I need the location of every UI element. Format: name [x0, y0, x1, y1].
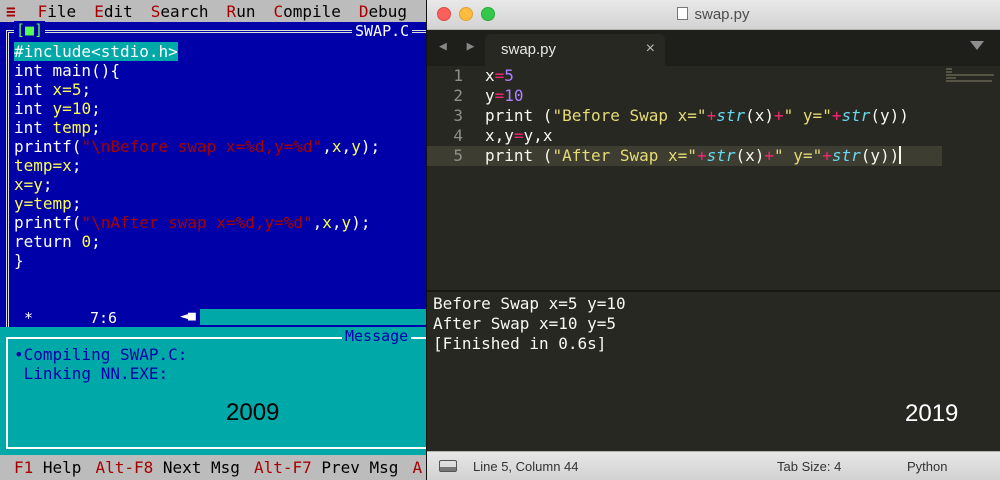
text-cursor [899, 146, 902, 164]
tc-filename: SWAP.C [352, 22, 413, 40]
tc-code-line: return 0; [14, 232, 101, 251]
tc-code-line: printf("\nBefore swap x=%d,y=%d",x,y); [14, 137, 381, 156]
line-number: 2 [453, 86, 463, 105]
st-code-line: print ("Before Swap x="+str(x)+" y="+str… [485, 106, 909, 125]
tc-close-box[interactable]: [■] [14, 21, 46, 39]
tc-code-line: int x=5; [14, 80, 92, 99]
tc-cursor-position: 7:6 [90, 309, 118, 327]
tc-menu-run[interactable]: Run [227, 2, 256, 21]
tc-message-line: •Compiling SWAP.C: [14, 345, 188, 364]
tc-menu-edit[interactable]: Edit [94, 2, 133, 21]
tc-scroll-thumb[interactable]: ◄■ [176, 309, 200, 325]
st-tab-bar: ◀ ▶ swap.py × [427, 30, 1000, 66]
st-status-bar: Line 5, Column 44 Tab Size: 4 Python [427, 451, 1000, 480]
line-number: 1 [453, 66, 463, 85]
tc-function-key-bar: F1 Help Alt-F8 Next Msg Alt-F7 Prev Msg … [0, 455, 427, 480]
tc-system-menu[interactable]: ≡ [6, 2, 16, 21]
tc-fkey-next-msg[interactable]: Alt-F8 Next Msg [95, 458, 240, 477]
tc-code-line: } [14, 251, 24, 270]
tc-code-line: int temp; [14, 118, 101, 137]
tc-code-line: #include<stdio.h> [14, 42, 178, 61]
tc-code-line: int main(){ [14, 61, 120, 80]
tc-code-line: x=y; [14, 175, 53, 194]
minimap-line [946, 74, 994, 76]
st-gutter: 1 2 3 4 5 [427, 66, 475, 288]
st-build-output-panel[interactable]: Before Swap x=5 y=10 After Swap x=10 y=5… [427, 290, 1000, 445]
year-label-2019: 2019 [905, 400, 959, 427]
output-line: [Finished in 0.6s] [433, 334, 607, 353]
tc-message-title: Message [342, 327, 412, 345]
st-title-bar[interactable]: swap.py [427, 0, 1000, 30]
tab-close-icon[interactable]: × [646, 40, 655, 58]
tab-dropdown-icon[interactable] [970, 41, 984, 50]
line-number: 4 [453, 126, 463, 145]
tc-code-line: printf("\nAfter swap x=%d,y=%d",x,y); [14, 213, 371, 232]
minimap-line [946, 68, 952, 70]
tc-code-area[interactable]: #include<stdio.h> int main(){ int x=5; i… [14, 42, 380, 270]
tc-fkey-truncated[interactable]: A [412, 458, 422, 477]
syntax-selector[interactable]: Python [907, 459, 947, 474]
st-code-line: print ("After Swap x="+str(x)+" y="+str(… [485, 146, 902, 165]
tc-menu-bar: ≡ File Edit Search Run Compile Debug [0, 0, 427, 22]
st-window-title: swap.py [427, 6, 1000, 23]
document-icon [677, 7, 689, 20]
tc-message-lines: •Compiling SWAP.C: Linking NN.EXE: [14, 345, 187, 383]
tc-status-line: * 7:6 ◄■ [14, 309, 427, 327]
tab-label: swap.py [501, 41, 557, 58]
tc-menu-search[interactable]: Search [151, 2, 209, 21]
tab-size-selector[interactable]: Tab Size: 4 [777, 459, 841, 474]
tc-horizontal-scrollbar[interactable]: ◄■ [176, 309, 426, 325]
st-code-line: x,y=y,x [485, 126, 553, 145]
tc-message-window[interactable]: Message •Compiling SWAP.C: Linking NN.EX… [0, 327, 427, 455]
turbo-c-ide: ≡ File Edit Search Run Compile Debug [■]… [0, 0, 427, 480]
st-code-line: y=10 [485, 86, 524, 105]
tc-fkey-prev-msg[interactable]: Alt-F7 Prev Msg [254, 458, 399, 477]
tc-window-titlebar: [■] [14, 21, 46, 39]
st-minimap[interactable] [942, 66, 1000, 288]
st-code-line: x=5 [485, 66, 514, 85]
tc-menu-compile[interactable]: Compile [273, 2, 340, 21]
tab-swap-py[interactable]: swap.py × [485, 34, 665, 66]
tc-modified-indicator: * [24, 309, 34, 327]
st-editor[interactable]: 1 2 3 4 5 x=5 y=10 print ("Before Swap x… [427, 66, 1000, 288]
line-number: 3 [453, 106, 463, 125]
tc-menu-file[interactable]: File [38, 2, 77, 21]
tc-menu-debug[interactable]: Debug [359, 2, 407, 21]
minimap-line [946, 77, 956, 79]
tc-message-line: Linking NN.EXE: [14, 364, 169, 383]
tab-nav-arrows-icon[interactable]: ◀ ▶ [439, 39, 480, 54]
minimap-line [946, 80, 992, 82]
line-number: 5 [453, 146, 463, 165]
cursor-position-status: Line 5, Column 44 [473, 459, 579, 474]
year-label-2009: 2009 [226, 399, 280, 426]
tc-code-line: temp=x; [14, 156, 82, 175]
tc-fkey-help[interactable]: F1 Help [14, 458, 81, 477]
tc-code-line: y=temp; [14, 194, 82, 213]
sublime-text-window: swap.py ◀ ▶ swap.py × 1 2 3 4 5 x=5 y=10… [427, 0, 1000, 480]
tc-code-line: int y=10; [14, 99, 101, 118]
tc-edit-window[interactable]: [■] SWAP.C #include<stdio.h> int main(){… [0, 21, 427, 330]
output-line: Before Swap x=5 y=10 [433, 294, 626, 313]
output-line: After Swap x=10 y=5 [433, 314, 617, 333]
panel-toggle-icon[interactable] [439, 460, 457, 472]
minimap-line [946, 71, 952, 73]
